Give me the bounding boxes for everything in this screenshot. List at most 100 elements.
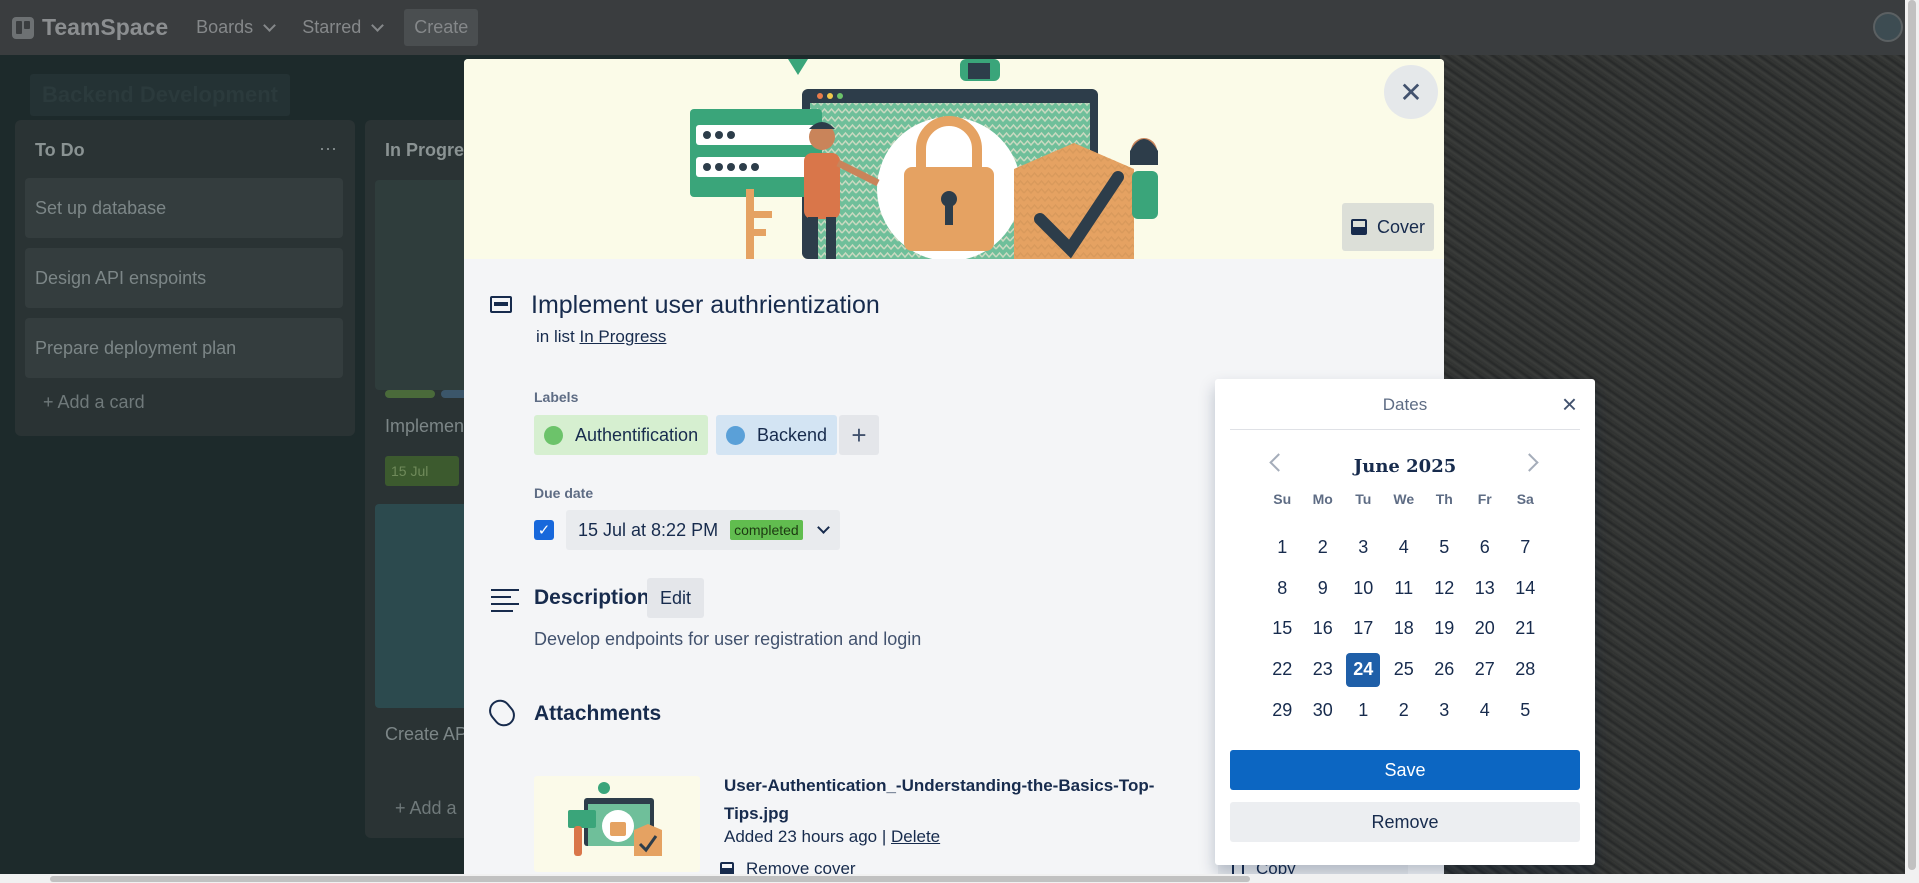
calendar-day[interactable]: 26	[1424, 649, 1465, 690]
due-date-button[interactable]: 15 Jul at 8:22 PM completed	[566, 510, 840, 550]
close-icon[interactable]: ×	[1562, 391, 1577, 417]
calendar-day-number: 17	[1353, 618, 1374, 639]
calendar-day[interactable]: 6	[1465, 527, 1506, 568]
card-design-api-endpoints[interactable]: Design API enspoints	[25, 248, 343, 308]
label-backend[interactable]: Backend	[716, 415, 838, 455]
weekday-header: Mo	[1312, 491, 1333, 507]
calendar-day-number: 4	[1479, 700, 1490, 721]
calendar-day-number: 1	[1277, 536, 1288, 557]
calendar-day[interactable]: 1	[1343, 690, 1384, 731]
calendar-day[interactable]: 2	[1303, 527, 1344, 568]
cover-button[interactable]: Cover	[1342, 203, 1434, 251]
scrollbar-thumb[interactable]	[50, 876, 1250, 882]
calendar-day[interactable]: 29	[1262, 690, 1303, 731]
calendar-day[interactable]: 1	[1262, 527, 1303, 568]
weekday-header: Th	[1435, 491, 1453, 507]
due-date-heading: Due date	[534, 485, 594, 501]
card-cover-image	[464, 59, 1444, 261]
chevron-down-icon	[816, 521, 830, 534]
calendar-day[interactable]: 21	[1505, 609, 1546, 650]
delete-attachment-link[interactable]: Delete	[891, 827, 940, 846]
calendar-day[interactable]: 14	[1505, 568, 1546, 609]
calendar-day-number: 6	[1479, 536, 1490, 557]
paperclip-icon	[484, 695, 520, 731]
calendar-day-number: 23	[1312, 659, 1333, 680]
label-text: Authentification	[575, 424, 699, 445]
calendar-day[interactable]: 20	[1465, 609, 1506, 650]
user-avatar[interactable]	[1873, 12, 1903, 42]
labels-heading: Labels	[534, 389, 579, 405]
add-label-button[interactable]: +	[839, 415, 879, 455]
add-card-button[interactable]: + Add a	[395, 798, 457, 819]
card-prepare-deployment-plan[interactable]: Prepare deployment plan	[25, 318, 343, 378]
calendar-day[interactable]: 4	[1384, 527, 1425, 568]
calendar-day[interactable]: 2	[1384, 690, 1425, 731]
calendar-day[interactable]: 22	[1262, 649, 1303, 690]
calendar-day[interactable]: 28	[1505, 649, 1546, 690]
calendar-day-number: 3	[1439, 700, 1450, 721]
add-card-button[interactable]: + Add a card	[43, 392, 145, 413]
boards-menu-button[interactable]: Boards	[196, 17, 277, 38]
calendar-day[interactable]: 11	[1384, 568, 1425, 609]
calendar-day[interactable]: 23	[1303, 649, 1344, 690]
calendar-day[interactable]: 5	[1424, 527, 1465, 568]
scrollbar-thumb[interactable]	[1908, 0, 1916, 870]
calendar-day-number: 9	[1317, 577, 1328, 598]
brand-logo[interactable]: TeamSpace	[12, 14, 168, 41]
close-modal-button[interactable]: ✕	[1384, 65, 1438, 119]
calendar-day[interactable]: 3	[1343, 527, 1384, 568]
in-list-link[interactable]: In Progress	[579, 327, 666, 346]
attachment-thumbnail[interactable]	[534, 776, 700, 872]
calendar-day-number: 30	[1312, 700, 1333, 721]
horizontal-scrollbar[interactable]	[0, 874, 1905, 883]
calendar-day[interactable]: 15	[1262, 609, 1303, 650]
calendar-day-number: 27	[1474, 659, 1495, 680]
calendar-day[interactable]: 12	[1424, 568, 1465, 609]
security-illustration	[690, 59, 1158, 261]
edit-description-button[interactable]: Edit	[647, 578, 705, 618]
calendar-day[interactable]: 13	[1465, 568, 1506, 609]
calendar-day[interactable]: 9	[1303, 568, 1344, 609]
vertical-scrollbar[interactable]	[1905, 0, 1919, 883]
label-authentification[interactable]: Authentification	[534, 415, 709, 455]
cover-button-label: Cover	[1376, 216, 1425, 237]
calendar-day[interactable]: 5	[1505, 690, 1546, 731]
remove-button[interactable]: Remove	[1230, 802, 1580, 842]
create-button[interactable]: Create	[404, 9, 479, 46]
calendar-day[interactable]: 3	[1424, 690, 1465, 731]
calendar-day-number: 12	[1434, 577, 1455, 598]
calendar-day[interactable]: 4	[1465, 690, 1506, 731]
attachment-added-text: Added 23 hours ago |	[724, 827, 887, 846]
weekday-header: Fr	[1477, 491, 1492, 507]
card-title[interactable]: Implement user authrientization	[531, 291, 880, 320]
calendar-day[interactable]: 30	[1303, 690, 1344, 731]
attachment-name[interactable]: User-Authentication_-Understanding-the-B…	[724, 772, 1204, 828]
calendar-day-number: 29	[1272, 700, 1293, 721]
calendar-day[interactable]: 8	[1262, 568, 1303, 609]
board-title[interactable]: Backend Development	[30, 74, 290, 116]
due-complete-checkbox[interactable]: ✓	[534, 520, 554, 540]
calendar-day[interactable]: 25	[1384, 649, 1425, 690]
calendar-day[interactable]: 16	[1303, 609, 1344, 650]
close-icon: ✕	[1399, 76, 1423, 108]
calendar-day-selected[interactable]: 24	[1343, 649, 1384, 690]
calendar-day-number: 25	[1393, 659, 1414, 680]
calendar-day[interactable]: 27	[1465, 649, 1506, 690]
weekday-header: Su	[1273, 491, 1292, 507]
list-title[interactable]: To Do	[35, 140, 85, 161]
list-menu-icon[interactable]: ···	[319, 138, 337, 159]
card-title[interactable]: Implemen	[385, 416, 464, 437]
starred-menu-button[interactable]: Starred	[302, 17, 385, 38]
chevron-down-icon	[371, 18, 385, 32]
attachments-heading: Attachments	[534, 702, 662, 725]
list-to-do: To Do ··· Set up database Design API ens…	[15, 120, 355, 436]
calendar-day[interactable]: 7	[1505, 527, 1546, 568]
card-title[interactable]: Create API	[385, 724, 472, 745]
calendar-day[interactable]: 19	[1424, 609, 1465, 650]
calendar-day[interactable]: 10	[1343, 568, 1384, 609]
calendar-day[interactable]: 18	[1384, 609, 1425, 650]
description-text[interactable]: Develop endpoints for user registration …	[534, 629, 921, 650]
calendar-day[interactable]: 17	[1343, 609, 1384, 650]
card-set-up-database[interactable]: Set up database	[25, 178, 343, 238]
save-button[interactable]: Save	[1230, 750, 1580, 790]
